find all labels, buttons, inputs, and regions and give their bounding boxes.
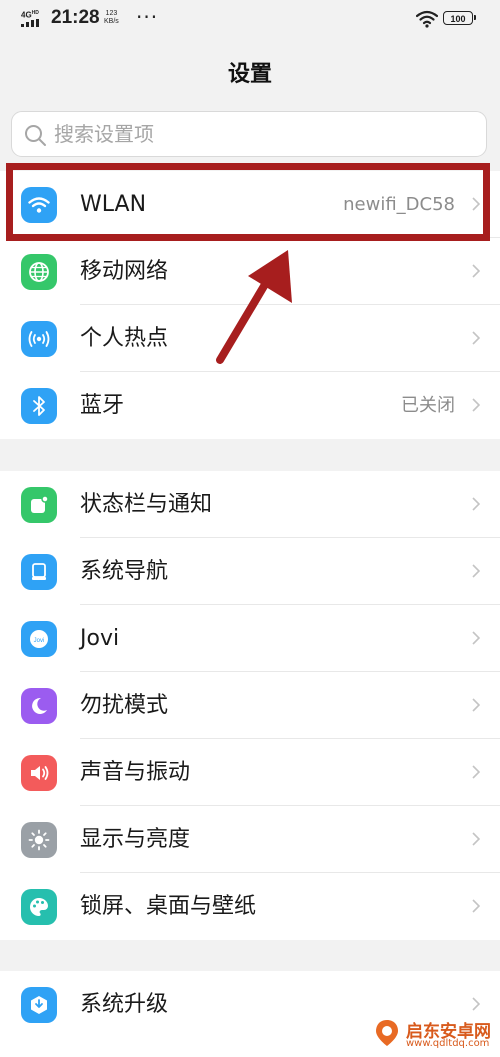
network-speed: 123 KB/s — [104, 10, 119, 26]
palette-icon — [21, 889, 57, 925]
settings-row-jovi[interactable]: Jovi Jovi — [0, 605, 500, 672]
settings-row-do-not-disturb[interactable]: 勿扰模式 — [0, 672, 500, 739]
network-speed-unit: KB/s — [104, 18, 119, 25]
settings-group-connectivity: WLAN newifi_DC58 移动网络 个人热点 蓝牙 已关闭 — [0, 171, 500, 439]
row-label: 显示与亮度 — [80, 827, 191, 852]
settings-row-lockscreen-wallpaper[interactable]: 锁屏、桌面与壁纸 — [0, 873, 500, 940]
hotspot-icon — [21, 321, 57, 357]
wifi-icon — [21, 187, 57, 223]
settings-row-status-bar-notifications[interactable]: 状态栏与通知 — [0, 471, 500, 538]
settings-row-sound-vibration[interactable]: 声音与振动 — [0, 739, 500, 806]
chevron-right-icon — [472, 832, 480, 846]
navigation-icon — [21, 554, 57, 590]
row-value: 已关闭 — [401, 395, 455, 416]
row-label: 移动网络 — [80, 259, 169, 284]
chevron-right-icon — [472, 899, 480, 913]
system-update-icon — [21, 987, 57, 1023]
settings-row-wlan[interactable]: WLAN newifi_DC58 — [0, 171, 500, 238]
watermark-url: www.qdltdq.com — [406, 1038, 490, 1049]
more-notifications-icon: ··· — [136, 5, 159, 29]
brightness-icon — [21, 822, 57, 858]
watermark-logo-icon — [376, 1020, 398, 1046]
settings-row-bluetooth[interactable]: 蓝牙 已关闭 — [0, 372, 500, 439]
row-label: 个人热点 — [80, 326, 169, 351]
jovi-icon: Jovi — [21, 621, 57, 657]
row-label: 锁屏、桌面与壁纸 — [80, 894, 257, 919]
search-icon — [25, 125, 46, 146]
chevron-right-icon — [472, 765, 480, 779]
row-label: Jovi — [80, 626, 120, 651]
search-input[interactable] — [54, 112, 474, 156]
row-label: 系统导航 — [80, 559, 169, 584]
svg-text:Jovi: Jovi — [34, 638, 45, 644]
network-hd-badge: HD — [31, 10, 39, 16]
chevron-right-icon — [472, 398, 480, 412]
chevron-right-icon — [472, 631, 480, 645]
settings-row-hotspot[interactable]: 个人热点 — [0, 305, 500, 372]
search-bar[interactable] — [11, 111, 487, 157]
chevron-right-icon — [472, 497, 480, 511]
status-time: 21:28 — [51, 7, 100, 28]
settings-row-mobile-network[interactable]: 移动网络 — [0, 238, 500, 305]
notification-icon — [21, 487, 57, 523]
settings-row-display-brightness[interactable]: 显示与亮度 — [0, 806, 500, 873]
chevron-right-icon — [472, 564, 480, 578]
row-label: 勿扰模式 — [80, 693, 169, 718]
row-label: 声音与振动 — [80, 760, 191, 785]
settings-group-system: 状态栏与通知 系统导航 Jovi Jovi 勿扰模式 声音与振动 显示与亮度 锁… — [0, 471, 500, 940]
cellular-signal-icon: 4GHD — [20, 9, 44, 29]
row-value: newifi_DC58 — [343, 194, 455, 215]
watermark: 启东安卓网 www.qdltdq.com — [366, 1016, 500, 1057]
globe-icon — [21, 254, 57, 290]
row-label: 状态栏与通知 — [80, 492, 213, 517]
moon-icon — [21, 688, 57, 724]
chevron-right-icon — [472, 264, 480, 278]
chevron-right-icon — [472, 197, 480, 211]
wifi-status-icon — [416, 10, 438, 28]
battery-icon: 100 — [443, 11, 476, 25]
bluetooth-icon — [21, 388, 57, 424]
speaker-icon — [21, 755, 57, 791]
network-speed-value: 123 — [105, 10, 118, 17]
chevron-right-icon — [472, 331, 480, 345]
row-label: 蓝牙 — [80, 393, 125, 418]
page-title: 设置 — [227, 62, 272, 87]
chevron-right-icon — [472, 997, 480, 1011]
chevron-right-icon — [472, 698, 480, 712]
row-label: 系统升级 — [80, 992, 169, 1017]
status-bar: 4GHD 21:28 123 KB/s ··· 100 — [0, 0, 500, 40]
settings-row-system-navigation[interactable]: 系统导航 — [0, 538, 500, 605]
row-label: WLAN — [80, 192, 147, 217]
